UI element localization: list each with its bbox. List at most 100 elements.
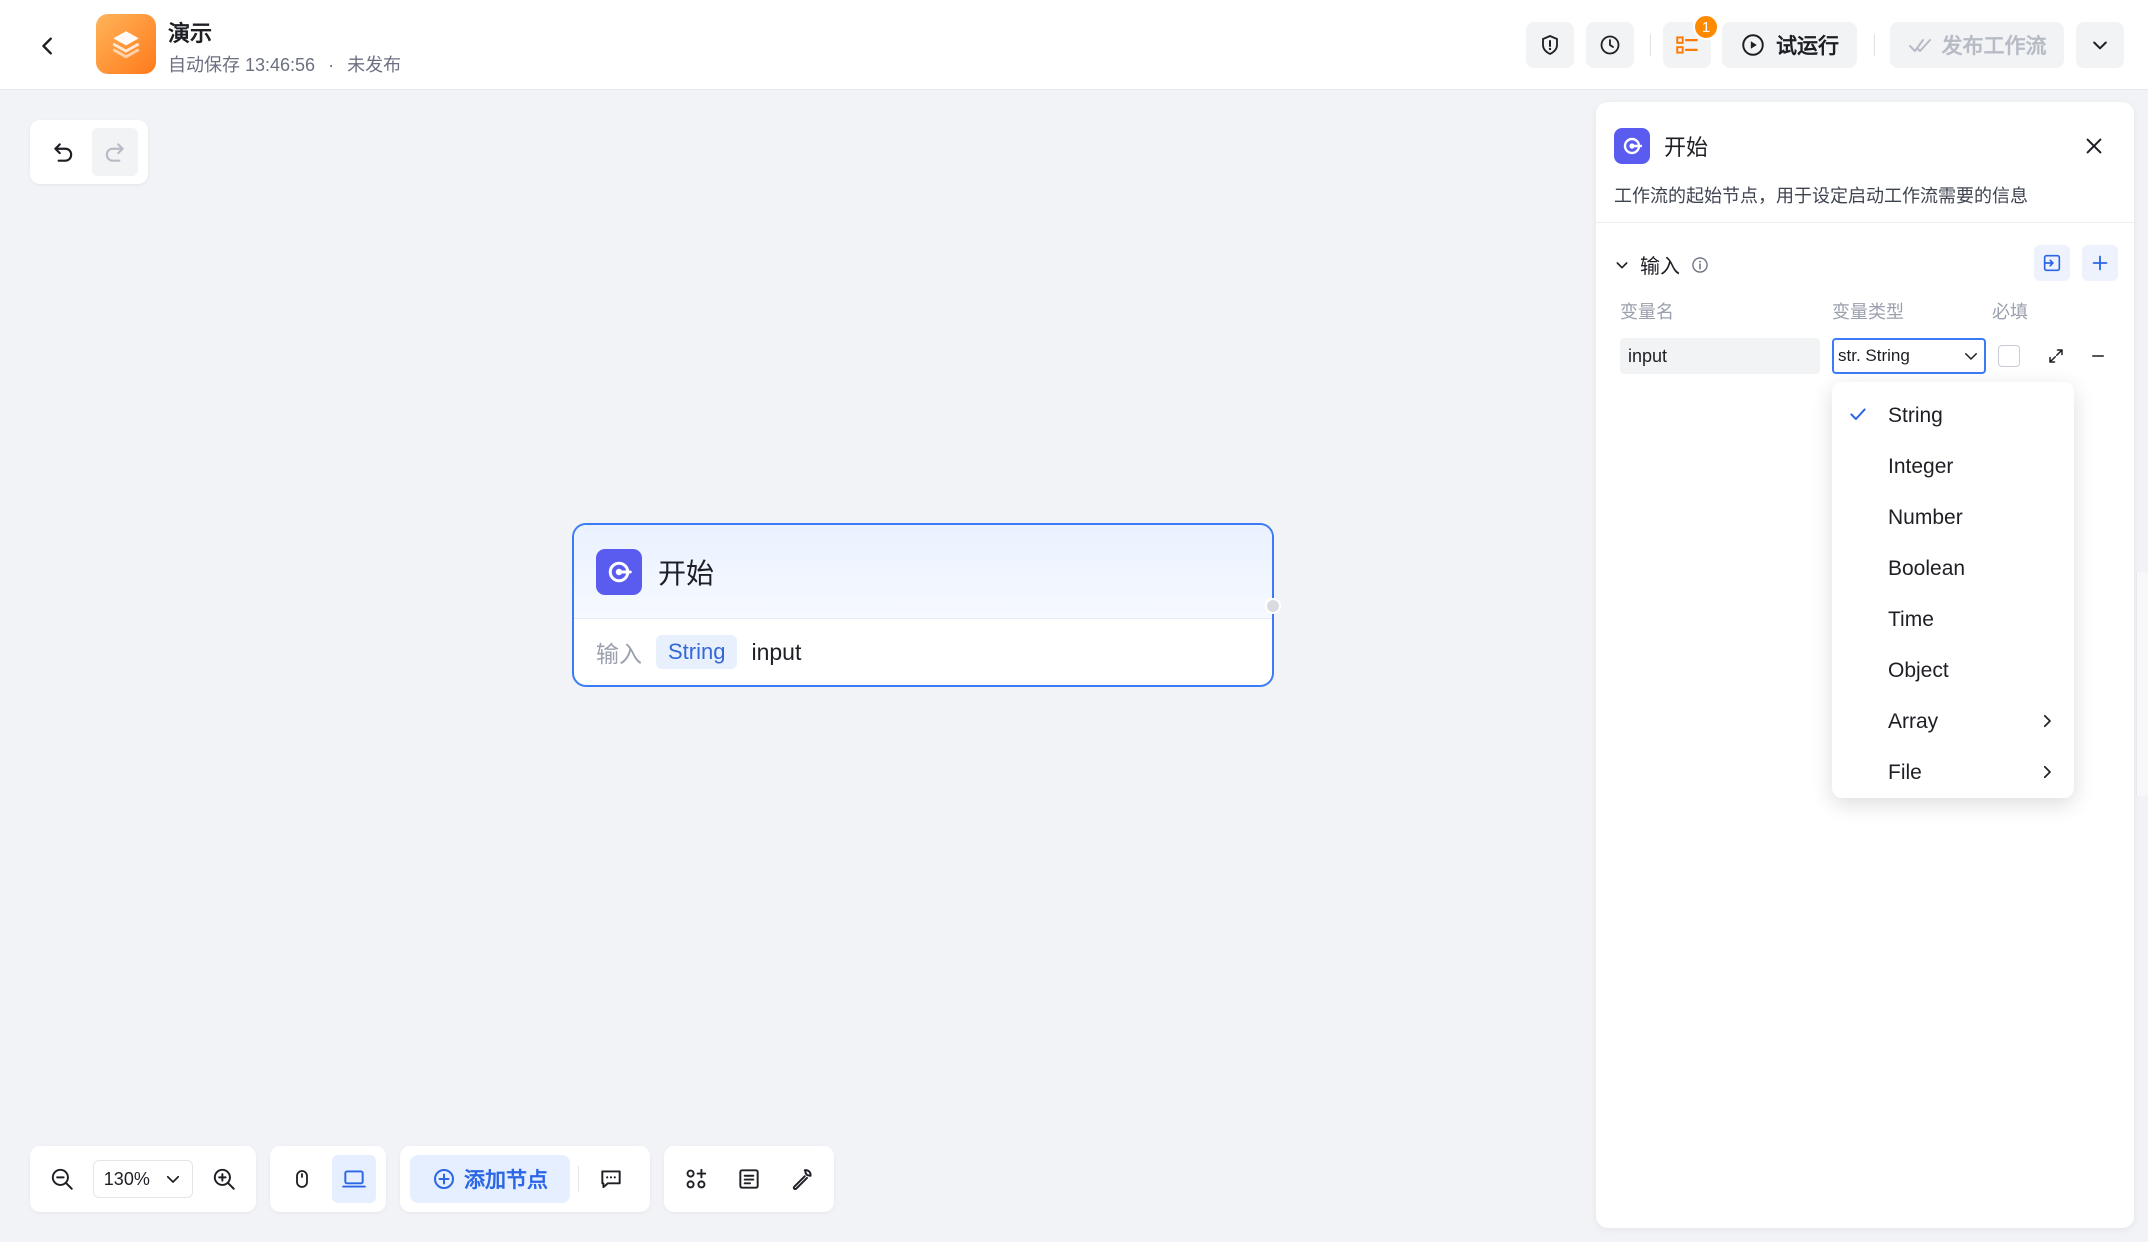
save-status: 自动保存 13:46:56 · 未发布 bbox=[168, 51, 401, 77]
add-node-controls: 添加节点 bbox=[400, 1146, 650, 1212]
back-button[interactable] bbox=[28, 26, 68, 66]
type-option-integer[interactable]: Integer bbox=[1832, 441, 2074, 492]
redo-icon bbox=[105, 143, 124, 162]
start-node[interactable]: 开始 输入 String input bbox=[572, 523, 1281, 687]
panel-header: 开始 bbox=[1614, 128, 1708, 164]
undo-redo-panel bbox=[30, 120, 148, 184]
variable-name-input[interactable]: input bbox=[1620, 338, 1820, 374]
chevron-down-icon bbox=[1616, 261, 1628, 268]
variable-type-value: str. String bbox=[1838, 346, 1910, 366]
top-bar: 演示 自动保存 13:46:56 · 未发布 1 试运行 发布工作流 bbox=[0, 0, 2148, 90]
close-icon bbox=[2086, 138, 2102, 154]
type-label: String bbox=[1865, 346, 1910, 365]
wrench-icon bbox=[792, 1169, 812, 1191]
node-output-handle[interactable] bbox=[1265, 598, 1281, 614]
input-section-title: 输入 bbox=[1640, 256, 1680, 278]
undo-button[interactable] bbox=[40, 128, 86, 176]
add-node-label: 添加节点 bbox=[464, 1169, 548, 1192]
panel-description: 工作流的起始节点，用于设定启动工作流需要的信息 bbox=[1614, 186, 2028, 206]
import-icon bbox=[2043, 254, 2061, 272]
import-variables-button[interactable] bbox=[2034, 245, 2070, 281]
type-option-object[interactable]: Object bbox=[1832, 645, 2074, 696]
publish-status: 未发布 bbox=[347, 55, 402, 75]
node-header: 开始 bbox=[574, 525, 1272, 619]
type-option-number[interactable]: Number bbox=[1832, 492, 2074, 543]
auto-layout-button[interactable] bbox=[674, 1155, 719, 1203]
more-options-button[interactable] bbox=[2076, 22, 2124, 68]
column-header-name: 变量名 bbox=[1620, 302, 1674, 322]
type-option-file[interactable]: File bbox=[1832, 747, 2074, 798]
zoom-out-button[interactable] bbox=[40, 1155, 85, 1203]
laptop-icon bbox=[342, 1170, 366, 1188]
add-node-button[interactable]: 添加节点 bbox=[410, 1155, 570, 1203]
node-input-label: 输入 bbox=[596, 641, 642, 667]
type-option-string[interactable]: String bbox=[1832, 390, 2074, 441]
document-list-icon bbox=[739, 1169, 759, 1189]
required-checkbox[interactable] bbox=[1998, 345, 2020, 367]
security-button[interactable] bbox=[1526, 22, 1574, 68]
redo-button[interactable] bbox=[92, 128, 138, 176]
type-option-label: String bbox=[1888, 403, 1943, 427]
minimap-button[interactable] bbox=[727, 1155, 772, 1203]
comment-icon bbox=[601, 1170, 621, 1189]
zoom-in-button[interactable] bbox=[201, 1155, 246, 1203]
toolbar-divider bbox=[578, 1166, 579, 1192]
close-panel-button[interactable] bbox=[2076, 128, 2112, 164]
start-icon bbox=[608, 561, 632, 582]
add-variable-button[interactable] bbox=[2082, 245, 2118, 281]
type-option-label: Time bbox=[1888, 607, 1934, 631]
zoom-level-select[interactable]: 130% bbox=[92, 1160, 194, 1198]
test-run-button[interactable]: 试运行 bbox=[1722, 22, 1857, 68]
zoom-level-value: 130% bbox=[103, 1168, 150, 1189]
type-option-label: Number bbox=[1888, 505, 1963, 529]
input-section-actions bbox=[2034, 245, 2118, 281]
play-circle-icon bbox=[1742, 34, 1764, 56]
chevron-down-icon bbox=[1965, 353, 1977, 360]
add-comment-button[interactable] bbox=[587, 1155, 635, 1203]
history-button[interactable] bbox=[1586, 22, 1634, 68]
type-option-array[interactable]: Array bbox=[1832, 696, 2074, 747]
node-title: 开始 bbox=[658, 557, 715, 589]
zoom-in-icon bbox=[213, 1168, 235, 1190]
type-option-label: Array bbox=[1888, 709, 1939, 733]
type-option-label: Object bbox=[1888, 658, 1949, 682]
double-check-icon bbox=[1908, 39, 1931, 52]
publish-label: 发布工作流 bbox=[1941, 35, 2047, 58]
input-section-toggle[interactable]: 输入 bbox=[1614, 250, 1710, 279]
publish-workflow-button[interactable]: 发布工作流 bbox=[1890, 22, 2064, 68]
variable-type-dropdown: String Integer Number Boolean Time Objec… bbox=[1832, 382, 2074, 798]
type-option-label: Integer bbox=[1888, 454, 1954, 478]
toolbar-divider bbox=[1650, 34, 1651, 56]
settings-tool-button[interactable] bbox=[779, 1155, 824, 1203]
trackpad-mode-button[interactable] bbox=[332, 1155, 376, 1203]
type-prefix: str. bbox=[1838, 346, 1861, 365]
expand-variable-button[interactable] bbox=[2042, 342, 2070, 370]
type-option-time[interactable]: Time bbox=[1832, 594, 2074, 645]
checklist-button[interactable]: 1 bbox=[1663, 14, 1719, 68]
toolbar-divider bbox=[1874, 34, 1875, 56]
app-logo bbox=[96, 14, 156, 74]
info-icon bbox=[1692, 256, 1708, 273]
interaction-mode-controls bbox=[270, 1146, 386, 1212]
type-option-label: File bbox=[1888, 760, 1922, 784]
node-input-row: 输入 String input bbox=[574, 619, 1272, 685]
chevron-down-icon bbox=[2093, 41, 2107, 50]
undo-icon bbox=[54, 143, 73, 162]
type-option-label: Boolean bbox=[1888, 556, 1966, 580]
canvas-tools bbox=[664, 1146, 834, 1212]
plus-icon bbox=[2092, 255, 2108, 271]
chevron-right-icon bbox=[2043, 714, 2051, 728]
type-option-boolean[interactable]: Boolean bbox=[1832, 543, 2074, 594]
node-var-name: input bbox=[751, 638, 802, 665]
panel-node-icon bbox=[1614, 128, 1650, 164]
layout-icon bbox=[686, 1168, 707, 1189]
panel-divider bbox=[1596, 222, 2134, 223]
side-panel-edge bbox=[2136, 572, 2148, 796]
zoom-out-icon bbox=[52, 1168, 74, 1190]
plus-circle-icon bbox=[434, 1169, 454, 1189]
variable-type-select[interactable]: str. String bbox=[1832, 338, 1986, 374]
check-icon bbox=[1850, 408, 1866, 420]
mouse-mode-button[interactable] bbox=[280, 1155, 324, 1203]
remove-variable-button[interactable] bbox=[2084, 342, 2112, 370]
autosave-text: 自动保存 13:46:56 bbox=[168, 55, 316, 75]
